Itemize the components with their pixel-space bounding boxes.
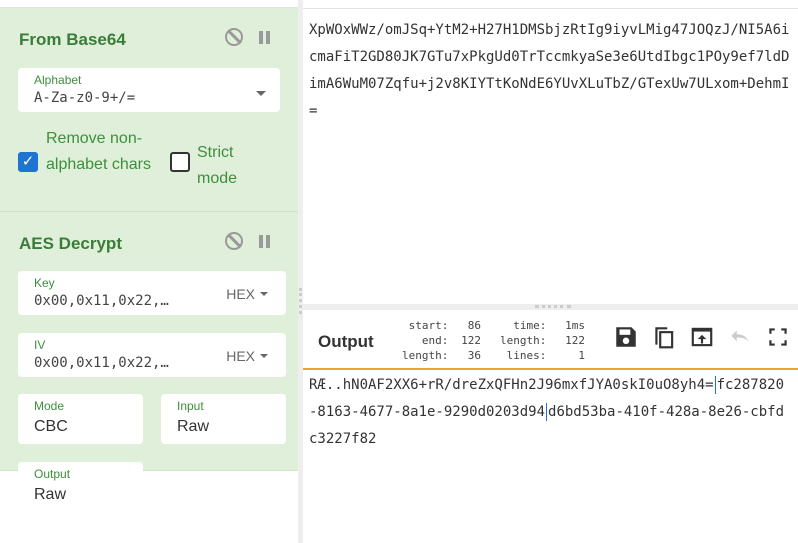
selection-stats: start: 86 end: 122 length: 36 [402,319,481,362]
io-panel: XpWOxWWz/omJSq+YtM2+H27H1DMSbjzRtIg9iyvL… [303,0,798,543]
recipe-panel: From Base64 Alphabet A-Za-z0-9+/= ✓ Remo… [0,0,298,543]
alphabet-label: Alphabet [34,73,82,87]
output-format-value: Raw [34,486,67,503]
operation-aes-decrypt: AES Decrypt Key 0x00,0x11,0x22,… HEX IV … [0,212,298,512]
input-textarea[interactable]: XpWOxWWz/omJSq+YtM2+H27H1DMSbjzRtIg9iyvL… [303,8,798,304]
remove-nonalpha-label: Remove non-alphabet chars [46,130,151,173]
output-stats: time: 1ms length: 122 lines: 1 [500,319,585,362]
strict-mode-checkbox[interactable] [170,152,190,172]
input-format-select[interactable]: Input Raw [161,394,286,444]
key-label: Key [34,276,55,290]
strict-mode-label: Strict mode [197,144,238,187]
alphabet-select[interactable]: Alphabet A-Za-z0-9+/= [18,68,280,112]
output-title: Output [318,332,374,351]
key-format: HEX [226,286,255,302]
key-input[interactable]: Key 0x00,0x11,0x22,… HEX [18,271,286,315]
output-header: Output start: 86 end: 122 length: 36 time:… [303,310,798,370]
pause-icon[interactable] [259,234,270,248]
output-text-part: RÆ..hN0AF2XX6+rR/dreZxQFHn2J96mxfJYA0skI… [309,377,714,393]
disable-icon[interactable] [225,28,243,46]
chevron-down-icon [256,91,266,96]
pause-icon[interactable] [259,30,270,44]
iv-input[interactable]: IV 0x00,0x11,0x22,… HEX [18,333,286,377]
mode-label: Mode [34,399,65,413]
operation-title: From Base64 [19,30,126,49]
input-format-label: Input [177,399,204,413]
mode-value: CBC [34,418,68,435]
output-text[interactable]: RÆ..hN0AF2XX6+rR/dreZxQFHn2J96mxfJYA0skI… [303,372,798,543]
input-format-value: Raw [177,418,210,435]
iv-format: HEX [226,348,255,364]
alphabet-value: A-Za-z0-9+/= [34,90,136,106]
mode-select[interactable]: Mode CBC [18,394,143,444]
recipe-header-strip [0,0,298,8]
key-value: 0x00,0x11,0x22,… [34,293,169,309]
output-format-select[interactable]: Output Raw [18,462,143,512]
chevron-down-icon [260,354,268,358]
remove-nonalpha-checkbox[interactable]: ✓ [18,152,38,172]
selection-marker [546,403,548,421]
save-icon[interactable] [613,324,639,350]
iv-label: IV [34,338,46,352]
operation-from-base64: From Base64 Alphabet A-Za-z0-9+/= ✓ Remo… [0,8,298,212]
output-format-label: Output [34,467,71,481]
operation-title: AES Decrypt [19,234,122,253]
copy-icon[interactable] [651,324,677,350]
undo-icon[interactable] [727,324,753,350]
fullscreen-icon[interactable] [765,324,791,350]
iv-format-dropdown[interactable]: HEX [226,348,268,364]
selection-marker [714,376,716,394]
key-format-dropdown[interactable]: HEX [226,286,268,302]
disable-icon[interactable] [225,232,243,250]
chevron-down-icon [260,292,268,296]
replace-input-icon[interactable] [689,324,715,350]
iv-value: 0x00,0x11,0x22,… [34,355,169,371]
